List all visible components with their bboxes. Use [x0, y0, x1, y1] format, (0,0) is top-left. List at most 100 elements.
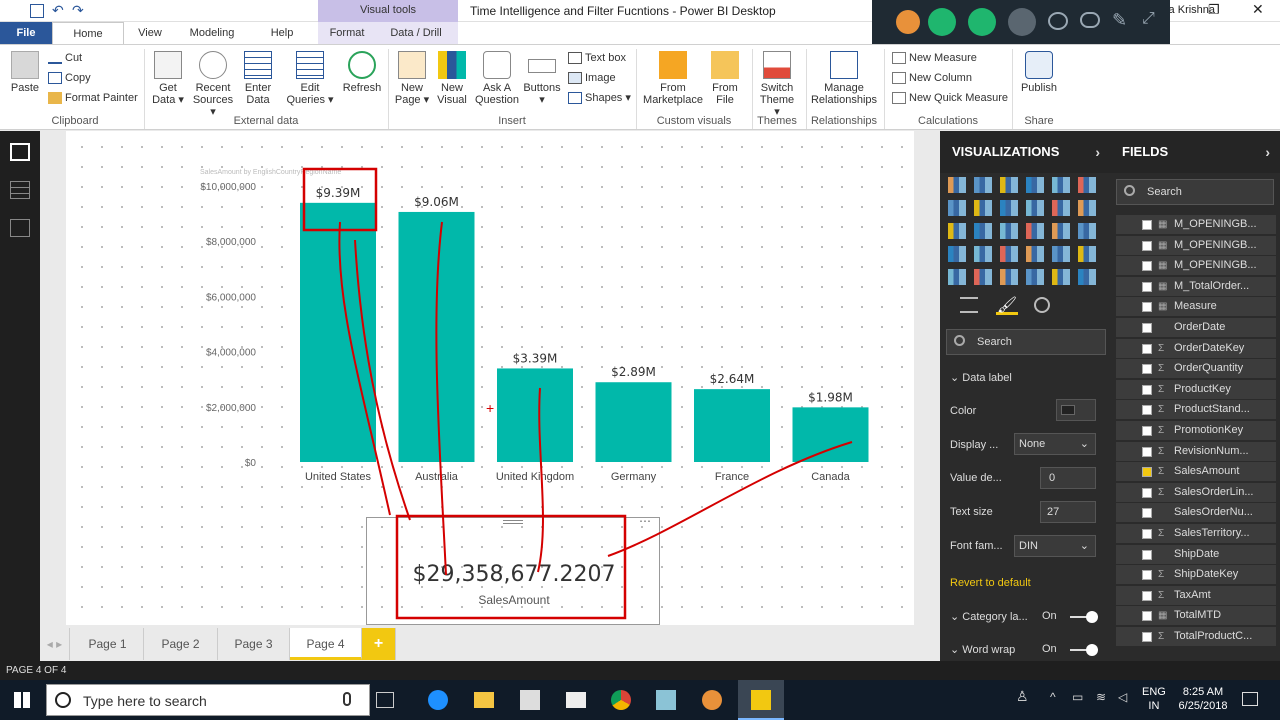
- chevron-up-icon[interactable]: ^: [1050, 690, 1056, 704]
- manage-relationships-button[interactable]: Manage Relationships: [810, 51, 878, 106]
- field-item[interactable]: ▦ M_OPENINGB...: [1116, 235, 1276, 255]
- visual-type-icon[interactable]: [1000, 177, 1018, 193]
- field-item[interactable]: Σ SalesAmount: [1116, 462, 1276, 482]
- field-item[interactable]: Σ RevisionNum...: [1116, 441, 1276, 461]
- text-box-button[interactable]: Text box: [568, 51, 626, 65]
- field-item[interactable]: Σ SalesTerritory...: [1116, 524, 1276, 543]
- visual-type-icon[interactable]: [1026, 177, 1044, 193]
- tab-view[interactable]: View: [128, 22, 172, 44]
- publish-button[interactable]: Publish: [1018, 51, 1060, 94]
- from-file-button[interactable]: From File: [708, 51, 742, 106]
- cut-button[interactable]: Cut: [48, 51, 82, 65]
- edge-icon[interactable]: [428, 690, 448, 710]
- bar[interactable]: [398, 211, 475, 462]
- field-checkbox[interactable]: [1142, 611, 1152, 622]
- bar[interactable]: [694, 389, 770, 462]
- field-checkbox[interactable]: [1142, 570, 1152, 581]
- field-checkbox[interactable]: [1142, 261, 1152, 272]
- buttons-button[interactable]: Buttons ▾: [522, 51, 562, 106]
- field-item[interactable]: Σ ShipDateKey: [1116, 565, 1276, 585]
- field-checkbox[interactable]: [1142, 364, 1152, 375]
- expand-icon[interactable]: ⤢: [1142, 10, 1155, 28]
- new-measure-button[interactable]: New Measure: [892, 51, 977, 65]
- text-size-input[interactable]: 27: [1040, 501, 1096, 523]
- field-checkbox[interactable]: [1142, 529, 1152, 539]
- field-item[interactable]: ▦ M_OPENINGB...: [1116, 215, 1276, 234]
- save-icon[interactable]: [30, 4, 44, 18]
- field-item[interactable]: ▦ Measure: [1116, 297, 1276, 317]
- undo-icon[interactable]: ↶: [52, 2, 64, 19]
- network-icon[interactable]: ▭: [1072, 690, 1083, 704]
- add-page-button[interactable]: +: [362, 628, 396, 660]
- recent-sources-button[interactable]: Recent Sources ▾: [190, 51, 236, 118]
- field-item[interactable]: ▦ M_TotalOrder...: [1116, 276, 1276, 296]
- visual-type-icon[interactable]: [974, 246, 992, 262]
- tab-home[interactable]: Home: [52, 22, 124, 44]
- drag-handle[interactable]: [503, 520, 523, 524]
- field-checkbox[interactable]: [1142, 405, 1152, 416]
- screen-share-icon[interactable]: [968, 8, 996, 36]
- visualizations-header[interactable]: VISUALIZATIONS ›: [940, 131, 1110, 173]
- fields-search-input[interactable]: Search: [1116, 179, 1274, 205]
- notifications-icon[interactable]: [1242, 692, 1258, 706]
- data-view-icon[interactable]: [10, 181, 30, 199]
- windows-start-icon[interactable]: [14, 692, 30, 708]
- visual-type-icon[interactable]: [1052, 177, 1070, 193]
- format-painter-button[interactable]: Format Painter: [48, 91, 138, 105]
- visual-type-icon[interactable]: [974, 177, 992, 193]
- format-paint-roller-icon[interactable]: 🖌: [996, 295, 1018, 315]
- visual-type-icon[interactable]: [974, 223, 992, 239]
- tab-data-drill[interactable]: Data / Drill: [386, 22, 446, 44]
- bar[interactable]: [497, 368, 573, 462]
- camera-icon[interactable]: [1008, 8, 1036, 36]
- tab-file[interactable]: File: [0, 22, 52, 44]
- file-explorer-icon[interactable]: [474, 692, 494, 708]
- tab-format[interactable]: Format: [324, 22, 370, 44]
- field-item[interactable]: Σ TotalProductC...: [1116, 627, 1276, 646]
- new-page-button[interactable]: New Page ▾: [394, 51, 430, 106]
- field-checkbox[interactable]: [1142, 446, 1152, 457]
- field-checkbox[interactable]: [1142, 508, 1152, 519]
- volume-icon[interactable]: ◁: [1118, 690, 1127, 704]
- fields-well-icon[interactable]: [960, 297, 978, 313]
- tab-page-3[interactable]: Page 3: [218, 628, 290, 660]
- tab-modeling[interactable]: Modeling: [180, 22, 244, 44]
- visual-type-icon[interactable]: [974, 269, 992, 285]
- field-checkbox[interactable]: [1142, 632, 1152, 642]
- powerbi-taskbar-button[interactable]: [738, 680, 784, 720]
- field-checkbox[interactable]: [1142, 281, 1152, 292]
- field-item[interactable]: Σ ProductStand...: [1116, 400, 1276, 420]
- visual-type-icon[interactable]: [948, 246, 966, 262]
- visual-type-icon[interactable]: [1026, 200, 1044, 216]
- copy-button[interactable]: Copy: [48, 71, 91, 85]
- tab-page-1[interactable]: Page 1: [72, 628, 144, 660]
- field-checkbox[interactable]: [1142, 426, 1152, 436]
- visual-type-icon[interactable]: [1000, 223, 1018, 239]
- visual-type-icon[interactable]: [1078, 200, 1096, 216]
- shapes-button[interactable]: Shapes ▾: [568, 91, 631, 105]
- field-checkbox[interactable]: [1142, 487, 1152, 498]
- field-item[interactable]: ShipDate: [1116, 544, 1276, 564]
- category-label-section[interactable]: ⌄ Category la...: [950, 610, 1028, 623]
- visual-type-icon[interactable]: [1026, 223, 1044, 239]
- task-view-icon[interactable]: [376, 692, 394, 708]
- ask-question-button[interactable]: Ask A Question: [474, 51, 520, 106]
- people-icon[interactable]: ♙: [1016, 688, 1029, 705]
- visual-type-icon[interactable]: [1000, 200, 1018, 216]
- field-item[interactable]: Σ ProductKey: [1116, 379, 1276, 399]
- field-item[interactable]: Σ PromotionKey: [1116, 421, 1276, 440]
- chat-icon[interactable]: [1080, 12, 1100, 28]
- field-checkbox[interactable]: [1142, 549, 1152, 560]
- category-label-toggle[interactable]: [1070, 611, 1098, 623]
- tab-page-2[interactable]: Page 2: [144, 628, 218, 660]
- get-data-button[interactable]: Get Data ▾: [150, 51, 186, 106]
- from-marketplace-button[interactable]: From Marketplace: [642, 51, 704, 106]
- app-icon[interactable]: [896, 10, 920, 34]
- visual-type-icon[interactable]: [1078, 246, 1096, 262]
- visual-type-icon[interactable]: [1052, 246, 1070, 262]
- restore-icon[interactable]: ❐: [1208, 2, 1220, 18]
- fields-header[interactable]: FIELDS ›: [1110, 131, 1280, 173]
- display-units-select[interactable]: None ⌄: [1014, 433, 1096, 455]
- visual-type-icon[interactable]: [1052, 200, 1070, 216]
- store-icon[interactable]: [520, 690, 540, 710]
